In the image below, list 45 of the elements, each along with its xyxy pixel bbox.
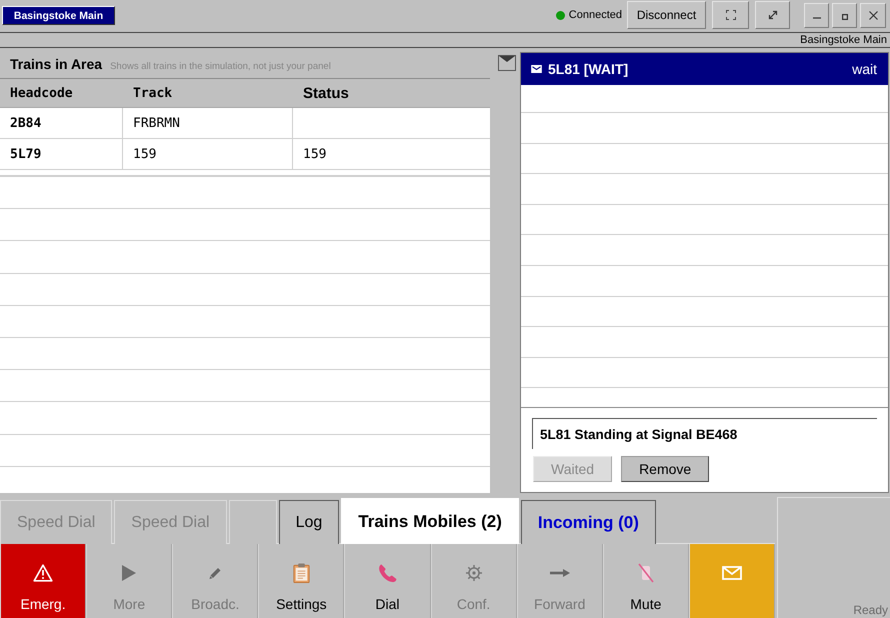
- close-button[interactable]: [860, 3, 886, 28]
- expand-button[interactable]: [755, 1, 790, 29]
- restore-icon: [842, 14, 848, 20]
- envelope-icon: [531, 65, 542, 73]
- mute-button[interactable]: Mute: [602, 544, 689, 618]
- status-cell: 159: [303, 146, 326, 162]
- message-status: wait: [852, 61, 877, 77]
- settings-button[interactable]: Settings: [258, 544, 344, 618]
- connection-status: Connected: [568, 8, 622, 23]
- column-header[interactable]: Status: [303, 84, 349, 102]
- message-header[interactable]: 5L81 [WAIT] wait: [521, 53, 888, 85]
- track-cell: FRBRMN: [133, 116, 180, 130]
- panel-title: Trains in Area: [10, 56, 102, 72]
- envelope-icon[interactable]: [498, 55, 516, 71]
- message-field: 5L81 Standing at Signal BE468: [532, 418, 877, 449]
- gear-icon: [464, 563, 483, 583]
- location-label: Basingstoke Main: [800, 33, 887, 47]
- panel-name-button[interactable]: Basingstoke Main: [2, 6, 115, 25]
- phone-icon: [376, 563, 398, 583]
- close-icon: [868, 11, 878, 20]
- action-button[interactable]: Remove: [621, 456, 710, 482]
- envelope-icon: [722, 563, 742, 583]
- warning-icon: [33, 563, 54, 583]
- diagonal-arrows-icon: [768, 10, 778, 20]
- track-cell: 159: [133, 146, 156, 162]
- status-text: Ready: [853, 603, 888, 617]
- restore-button[interactable]: [832, 3, 857, 28]
- minimize-icon: [812, 16, 820, 18]
- tab[interactable]: Trains Mobiles (2): [341, 498, 519, 544]
- tab[interactable]: Log: [278, 500, 340, 544]
- disconnect-button[interactable]: Disconnect: [627, 1, 706, 29]
- fullscreen-icon: [726, 10, 736, 20]
- clipboard-icon: [292, 563, 310, 583]
- column-header[interactable]: Track: [133, 86, 172, 100]
- tab[interactable]: Incoming (0): [520, 500, 656, 544]
- play-icon: [122, 563, 136, 583]
- panel-subtitle: Shows all trains in the simulation, not just your panel: [110, 61, 331, 72]
- mute-icon: [638, 563, 654, 583]
- column-header[interactable]: Headcode: [10, 86, 73, 100]
- message-title: 5L81 [WAIT]: [548, 61, 628, 77]
- fullscreen-button[interactable]: [712, 1, 749, 29]
- headcode-cell: 2B84: [10, 116, 42, 130]
- dial-button[interactable]: Dial: [344, 544, 431, 618]
- emergency-button[interactable]: Emerg.: [0, 544, 86, 618]
- headcode-cell: 5L79: [10, 146, 42, 162]
